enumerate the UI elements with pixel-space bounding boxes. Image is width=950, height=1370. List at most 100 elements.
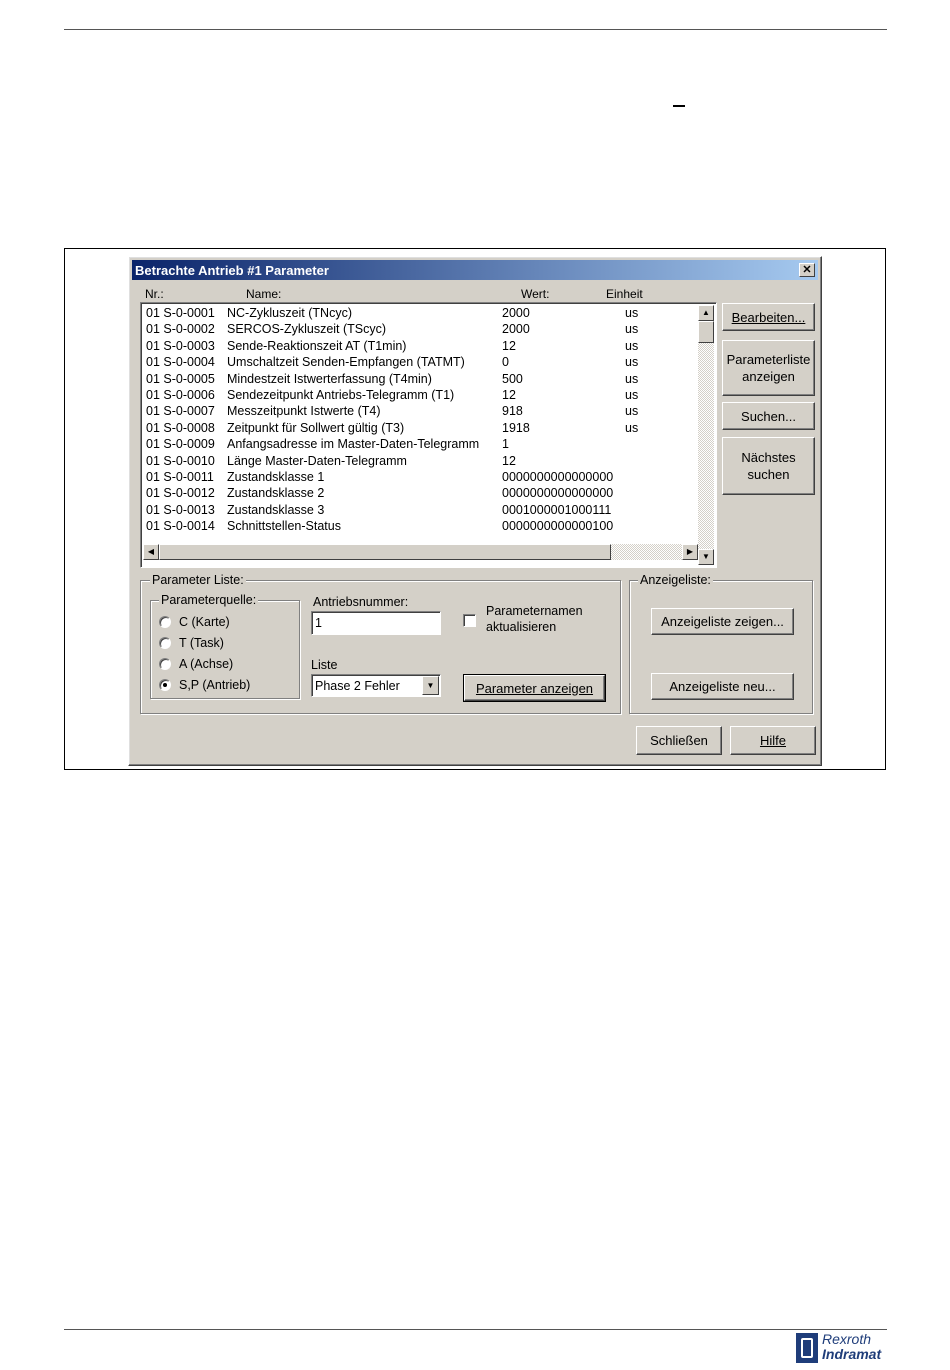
row-nr: 01 S-0-0014	[146, 519, 215, 534]
radio-label: T (Task)	[179, 636, 224, 650]
row-name: Sende-Reaktionszeit AT (T1min)	[227, 338, 407, 353]
radio-source-drive[interactable]: S,P (Antrieb)	[159, 677, 250, 693]
row-unit: us	[625, 420, 639, 435]
row-value: 2000	[502, 306, 530, 320]
row-name: Sendezeitpunkt Antriebs-Telegramm (T1)	[227, 387, 455, 402]
row-name: Messzeitpunkt Istwerte (T4)	[227, 404, 381, 419]
row-nr: 01 S-0-0008	[146, 420, 215, 435]
chevron-down-icon[interactable]: ▼	[422, 676, 439, 695]
row-name: NC-Zykluszeit (TNcyc)	[227, 306, 352, 320]
row-unit: us	[625, 404, 639, 419]
vertical-scrollbar[interactable]: ▲ ▼	[698, 305, 714, 565]
page-dash-mark	[673, 105, 685, 107]
radio-button-icon[interactable]	[159, 637, 171, 649]
row-name: Zeitpunkt für Sollwert gültig (T3)	[227, 420, 405, 435]
row-nr: 01 S-0-0006	[146, 387, 215, 402]
dialog-titlebar[interactable]: Betrachte Antrieb #1 Parameter ✕	[132, 260, 818, 280]
update-names-label-line1: Parameternamen	[486, 604, 583, 618]
show-parameters-label: Parameter anzeigen	[475, 680, 594, 696]
update-names-checkbox[interactable]	[463, 614, 476, 627]
edit-button-label: Bearbeiten...	[731, 309, 806, 325]
display-list-group: Anzeigeliste: Anzeigeliste zeigen... Anz…	[629, 573, 813, 714]
row-nr: 01 S-0-0002	[146, 322, 215, 337]
show-display-list-label: Anzeigeliste zeigen...	[661, 614, 784, 629]
logo-text-line2: Indramat	[822, 1346, 882, 1362]
show-display-list-button[interactable]: Anzeigeliste zeigen...	[651, 608, 794, 635]
row-nr: 01 S-0-0013	[146, 502, 215, 517]
page-header-rule	[64, 29, 887, 30]
parameter-source-group-label: Parameterquelle:	[159, 593, 259, 607]
radio-source-task[interactable]: T (Task)	[159, 635, 224, 651]
row-value: 12	[502, 338, 516, 353]
radio-label: C (Karte)	[179, 615, 230, 629]
radio-label: A (Achse)	[179, 657, 234, 671]
scroll-right-icon[interactable]: ▶	[682, 544, 698, 560]
row-value: 0000000000000000	[502, 486, 614, 501]
rexroth-indramat-logo: Rexroth Indramat	[796, 1331, 896, 1365]
row-value: 918	[502, 404, 523, 419]
header-name: Name:	[246, 287, 282, 301]
row-nr: 01 S-0-0003	[146, 338, 215, 353]
close-icon[interactable]: ✕	[799, 263, 815, 277]
row-unit: us	[625, 355, 639, 370]
row-unit: us	[625, 371, 639, 386]
list-selected-value: Phase 2 Fehler	[315, 679, 400, 693]
row-unit: us	[625, 338, 639, 353]
help-button[interactable]: Hilfe	[730, 726, 816, 755]
parameter-list[interactable]: 01 S-0-0001 NC-Zykluszeit (TNcyc) 2000 us 01…	[140, 302, 717, 568]
new-display-list-button[interactable]: Anzeigeliste neu...	[651, 673, 794, 700]
find-next-button[interactable]: Nächstes suchen	[722, 437, 815, 495]
row-value: 12	[502, 453, 516, 468]
vertical-scroll-thumb[interactable]	[698, 321, 714, 343]
scroll-down-icon[interactable]: ▼	[698, 549, 714, 565]
radio-label: S,P (Antrieb)	[179, 678, 251, 692]
row-value: 0	[502, 355, 509, 370]
row-value: 500	[502, 371, 523, 386]
row-unit: us	[625, 387, 639, 402]
edit-button[interactable]: Bearbeiten...	[722, 303, 815, 331]
parameter-list-group: Parameter Liste: Parameterquelle: C (Kar…	[140, 573, 621, 714]
row-nr: 01 S-0-0011	[146, 469, 214, 484]
row-name: Umschaltzeit Senden-Empfangen (TATMT)	[227, 355, 465, 370]
row-value: 1	[502, 437, 509, 452]
horizontal-scroll-thumb[interactable]	[159, 544, 611, 560]
show-list-label-line2: anzeigen	[742, 369, 795, 384]
row-name: Mindestzeit Istwerterfassung (T4min)	[227, 371, 432, 386]
close-button-label: Schließen	[650, 733, 708, 748]
list-select[interactable]: Phase 2 Fehler ▼	[311, 674, 441, 697]
scroll-left-icon[interactable]: ◀	[143, 544, 159, 560]
radio-button-selected-icon[interactable]	[159, 679, 171, 691]
row-value: 12	[502, 387, 516, 402]
radio-source-card[interactable]: C (Karte)	[159, 614, 230, 630]
horizontal-scrollbar[interactable]: ◀ ▶	[143, 544, 698, 560]
show-parameters-button[interactable]: Parameter anzeigen	[463, 674, 606, 702]
radio-source-axis[interactable]: A (Achse)	[159, 656, 233, 672]
display-list-group-label: Anzeigeliste:	[638, 573, 713, 587]
row-nr: 01 S-0-0010	[146, 453, 215, 468]
show-list-label-line1: Parameterliste	[726, 352, 811, 367]
row-nr: 01 S-0-0012	[146, 486, 215, 501]
drive-number-value: 1	[315, 616, 322, 630]
header-value: Wert:	[521, 287, 550, 301]
logo-text-line1: Rexroth	[822, 1331, 872, 1347]
show-parameter-list-button[interactable]: Parameterliste anzeigen	[722, 340, 815, 396]
row-nr: 01 S-0-0009	[146, 437, 215, 452]
row-name: Länge Master-Daten-Telegramm	[227, 453, 407, 468]
parameter-list-group-label: Parameter Liste:	[150, 573, 246, 587]
row-name: SERCOS-Zykluszeit (TScyc)	[227, 322, 387, 337]
scroll-up-icon[interactable]: ▲	[698, 305, 714, 321]
parameter-source-group: Parameterquelle: C (Karte) T (Task) A (A…	[150, 593, 300, 699]
radio-button-icon[interactable]	[159, 616, 171, 628]
header-unit: Einheit	[606, 287, 643, 301]
help-button-label: Hilfe	[759, 733, 786, 748]
row-unit: us	[625, 322, 639, 337]
radio-button-icon[interactable]	[159, 658, 171, 670]
find-next-label-line2: suchen	[747, 467, 790, 482]
search-button[interactable]: Suchen...	[722, 402, 815, 430]
header-nr: Nr.:	[145, 287, 164, 301]
row-name: Anfangsadresse im Master-Daten-Telegramm	[227, 437, 480, 452]
row-value: 1918	[502, 420, 530, 435]
drive-number-input[interactable]: 1	[311, 611, 441, 635]
close-button[interactable]: Schließen	[636, 726, 722, 755]
brand-mark-icon	[796, 1333, 818, 1363]
